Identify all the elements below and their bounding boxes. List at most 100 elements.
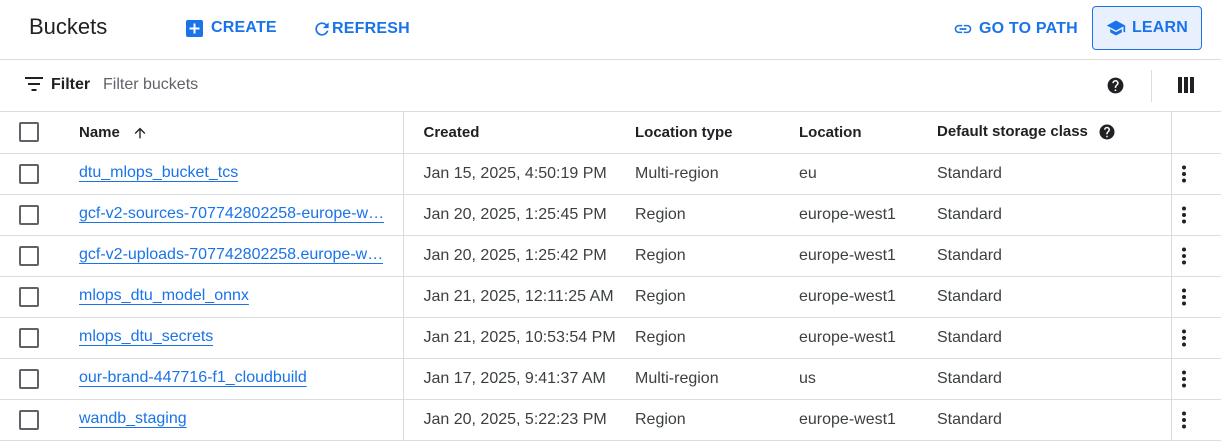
- column-header-storage-class[interactable]: Default storage class: [937, 112, 1172, 154]
- storage-class-cell: Standard: [937, 399, 1172, 441]
- learn-label: LEARN: [1131, 19, 1189, 36]
- filter-input[interactable]: [103, 73, 403, 97]
- row-checkbox[interactable]: [19, 409, 39, 430]
- create-button[interactable]: CREATE: [186, 19, 277, 37]
- location-type-cell: Region: [635, 235, 799, 277]
- created-cell: Jan 20, 2025, 5:22:23 PM: [403, 399, 635, 441]
- bucket-name-cell: gcf-v2-sources-707742802258-europe-w…: [58, 194, 404, 236]
- add-box-icon: [186, 19, 203, 37]
- row-menu-cell: [1171, 317, 1221, 359]
- bucket-name-link[interactable]: wandb_staging: [79, 410, 187, 428]
- location-type-cell: Region: [635, 317, 799, 359]
- row-checkbox-cell: [0, 276, 58, 318]
- table-row[interactable]: mlops_dtu_secrets Jan 21, 2025, 10:53:54…: [0, 317, 1221, 359]
- created-cell: Jan 21, 2025, 12:11:25 AM: [403, 276, 635, 318]
- bucket-name-link[interactable]: dtu_mlops_bucket_tcs: [79, 164, 238, 182]
- row-menu-cell: [1171, 358, 1221, 400]
- row-menu-cell: [1171, 276, 1221, 318]
- location-cell: us: [799, 358, 937, 400]
- more-vert-icon[interactable]: [1181, 247, 1187, 265]
- more-vert-icon[interactable]: [1181, 329, 1187, 347]
- row-menu-cell: [1171, 194, 1221, 236]
- row-checkbox[interactable]: [19, 245, 39, 266]
- toolbar-divider: [1151, 70, 1152, 102]
- row-checkbox-cell: [0, 153, 58, 195]
- page-title: Buckets: [29, 14, 108, 39]
- storage-class-cell: Standard: [937, 317, 1172, 359]
- row-checkbox-cell: [0, 358, 58, 400]
- column-header-location-type[interactable]: Location type: [635, 112, 799, 154]
- go-to-path-button[interactable]: GO TO PATH: [953, 19, 1078, 39]
- table-row[interactable]: mlops_dtu_model_onnx Jan 21, 2025, 12:11…: [0, 276, 1221, 318]
- bucket-name-link[interactable]: gcf-v2-sources-707742802258-europe-w…: [79, 205, 384, 223]
- location-type-cell: Region: [635, 399, 799, 441]
- refresh-label: REFRESH: [332, 20, 410, 37]
- column-header-name[interactable]: Name: [58, 112, 404, 154]
- created-cell: Jan 20, 2025, 1:25:42 PM: [403, 235, 635, 277]
- location-cell: europe-west1: [799, 399, 937, 441]
- location-type-cell: Multi-region: [635, 358, 799, 400]
- refresh-button[interactable]: REFRESH: [312, 19, 410, 39]
- created-cell: Jan 21, 2025, 10:53:54 PM: [403, 317, 635, 359]
- created-cell: Jan 20, 2025, 1:25:45 PM: [403, 194, 635, 236]
- arrow-up-icon[interactable]: [132, 125, 148, 141]
- more-vert-icon[interactable]: [1181, 165, 1187, 183]
- location-cell: europe-west1: [799, 194, 937, 236]
- row-checkbox[interactable]: [19, 204, 39, 225]
- location-type-cell: Multi-region: [635, 153, 799, 195]
- table-row[interactable]: dtu_mlops_bucket_tcs Jan 15, 2025, 4:50:…: [0, 153, 1221, 195]
- column-header-created[interactable]: Created: [403, 112, 635, 154]
- row-menu-cell: [1171, 235, 1221, 277]
- row-checkbox-cell: [0, 399, 58, 441]
- select-all-cell: [0, 112, 58, 154]
- storage-class-cell: Standard: [937, 358, 1172, 400]
- link-icon: [954, 24, 972, 34]
- bucket-name-link[interactable]: gcf-v2-uploads-707742802258.europe-w…: [79, 246, 383, 264]
- select-all-checkbox[interactable]: [19, 122, 39, 143]
- location-cell: europe-west1: [799, 276, 937, 318]
- table-row[interactable]: wandb_staging Jan 20, 2025, 5:22:23 PM R…: [0, 399, 1221, 441]
- bucket-name-cell: wandb_staging: [58, 399, 404, 441]
- bucket-name-link[interactable]: mlops_dtu_model_onnx: [79, 287, 249, 305]
- more-vert-icon[interactable]: [1181, 288, 1187, 306]
- table-row[interactable]: our-brand-447716-f1_cloudbuild Jan 17, 2…: [0, 358, 1221, 400]
- row-checkbox[interactable]: [19, 327, 39, 348]
- storage-class-cell: Standard: [937, 235, 1172, 277]
- created-cell: Jan 17, 2025, 9:41:37 AM: [403, 358, 635, 400]
- row-checkbox[interactable]: [19, 163, 39, 184]
- learn-button[interactable]: LEARN: [1092, 6, 1202, 50]
- column-header-location[interactable]: Location: [799, 112, 937, 154]
- row-checkbox[interactable]: [19, 368, 39, 389]
- table-header-row: Name Created Location type Location Defa…: [0, 112, 1221, 154]
- row-checkbox-cell: [0, 194, 58, 236]
- go-to-path-label: GO TO PATH: [979, 20, 1078, 37]
- created-cell: Jan 15, 2025, 4:50:19 PM: [403, 153, 635, 195]
- bucket-name-link[interactable]: mlops_dtu_secrets: [79, 328, 213, 346]
- column-header-actions: [1171, 112, 1221, 154]
- help-icon[interactable]: [1098, 123, 1116, 141]
- table-row[interactable]: gcf-v2-uploads-707742802258.europe-w… Ja…: [0, 235, 1221, 277]
- storage-class-cell: Standard: [937, 194, 1172, 236]
- bucket-name-cell: dtu_mlops_bucket_tcs: [58, 153, 404, 195]
- more-vert-icon[interactable]: [1181, 370, 1187, 388]
- row-checkbox-cell: [0, 317, 58, 359]
- bucket-name-cell: our-brand-447716-f1_cloudbuild: [58, 358, 404, 400]
- bucket-name-cell: gcf-v2-uploads-707742802258.europe-w…: [58, 235, 404, 277]
- location-type-cell: Region: [635, 276, 799, 318]
- help-icon[interactable]: [1106, 76, 1125, 95]
- bucket-name-cell: mlops_dtu_secrets: [58, 317, 404, 359]
- storage-class-cell: Standard: [937, 276, 1172, 318]
- table-row[interactable]: gcf-v2-sources-707742802258-europe-w… Ja…: [0, 194, 1221, 236]
- more-vert-icon[interactable]: [1181, 206, 1187, 224]
- location-cell: eu: [799, 153, 937, 195]
- location-cell: europe-west1: [799, 317, 937, 359]
- storage-class-cell: Standard: [937, 153, 1172, 195]
- bucket-name-cell: mlops_dtu_model_onnx: [58, 276, 404, 318]
- column-display-icon[interactable]: [1178, 77, 1194, 93]
- school-icon: [1106, 20, 1126, 36]
- row-checkbox[interactable]: [19, 286, 39, 307]
- column-header-storage-class-label: Default storage class: [937, 123, 1088, 141]
- more-vert-icon[interactable]: [1181, 411, 1187, 429]
- location-cell: europe-west1: [799, 235, 937, 277]
- bucket-name-link[interactable]: our-brand-447716-f1_cloudbuild: [79, 369, 307, 387]
